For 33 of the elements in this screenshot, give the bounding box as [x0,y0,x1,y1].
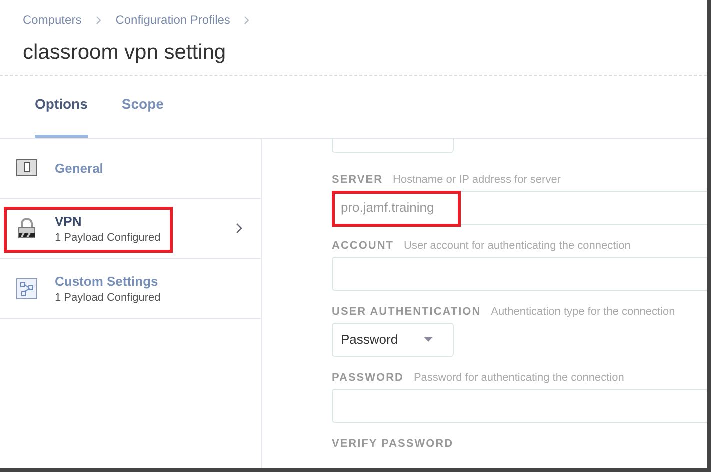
chevron-icon [96,16,102,24]
field-label: VERIFY PASSWORD [332,437,454,451]
tab[interactable]: Scope [122,94,164,138]
sidebar-item[interactable]: VPN 1 Payload Configured [0,199,261,259]
item-label: Custom Settings [55,273,160,292]
field-label: PASSWORD [332,371,404,385]
field-hint: Authentication type for the connection [491,305,676,319]
field-label: ACCOUNT [332,239,394,253]
text-field[interactable] [332,389,707,423]
text-field[interactable] [332,257,707,291]
caret-icon [424,337,433,343]
dropdown[interactable]: Password [332,323,454,357]
breadcrumb-link[interactable]: Computers [23,11,82,29]
field-hint: Password for authenticating the connection [414,371,624,385]
sidebar-item[interactable]: General [0,139,261,199]
tab[interactable]: Options [35,94,88,138]
field-label: SERVER [332,173,384,187]
field-label: USER AUTHENTICATION [332,305,482,319]
sidebar-item[interactable]: Custom Settings 1 Payload Configured [0,259,261,319]
item-subtitle: 1 Payload Configured [55,232,162,245]
text-field[interactable]: pro.jamf.training [332,191,707,225]
padlock-icon [16,218,38,240]
switch-icon [16,158,38,180]
item-subtitle: 1 Payload Configured [55,292,162,305]
chevron-icon [236,223,243,234]
page-title: classroom vpn setting [23,40,228,66]
chevron-icon [244,16,250,24]
breadcrumb-link[interactable]: Configuration Profiles [116,11,230,29]
field-hint: Hostname or IP address for server [393,173,561,187]
diagram-icon [16,278,38,300]
field-hint: User account for authenticating the connection [404,239,631,253]
item-label: VPN [55,213,83,232]
item-label: General [55,160,104,178]
